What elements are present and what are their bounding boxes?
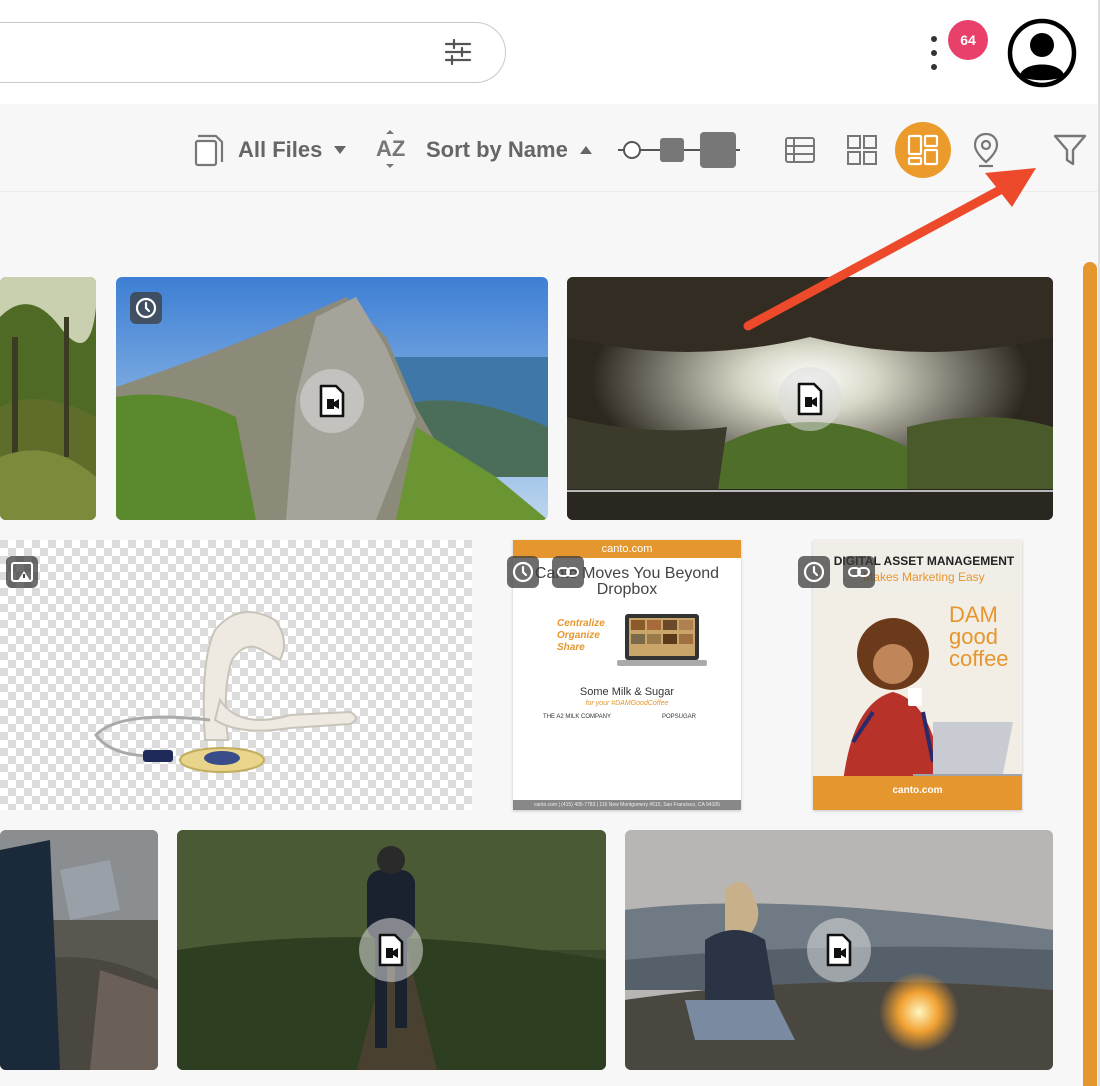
doc-footer: canto.com [813,776,1022,810]
grid-view-icon [847,135,877,165]
masonry-view-button[interactable] [895,122,951,178]
file-type-label: All Files [238,137,323,162]
doc-subtitle: Some Milk & Sugar [579,686,675,698]
masonry-view-icon [907,134,939,166]
document-thumbnail: canto.com Canto Moves You Beyond Dropbox… [513,540,741,810]
filter-icon [1053,134,1087,166]
search-input[interactable] [11,37,391,69]
doc-header: canto.com [513,540,741,558]
dam-good-coffee-logo: DAM good coffee [949,602,1009,671]
asset-campfire-video[interactable] [625,830,1053,1070]
doc-column-right: POPSUGAR [661,714,696,720]
asset-cave-360-video[interactable] [567,277,1053,520]
clock-icon [130,292,162,324]
search-bar[interactable] [0,22,506,83]
top-bar: 64 [0,0,1100,104]
video-file-icon [300,369,364,433]
doc-title: Canto Moves You Beyond Dropbox [534,565,720,598]
filter-button[interactable] [1044,124,1096,176]
link-icon [552,556,584,588]
asset-dam-good-coffee-doc[interactable]: DIGITAL ASSET MANAGEMENT Makes Marketing… [794,540,1034,810]
asset-forest-walk-video[interactable] [177,830,606,1070]
clock-icon [798,556,830,588]
size-slider-icon[interactable] [614,132,744,172]
video-file-icon [807,918,871,982]
warning-image-icon [6,556,38,588]
account-circle-icon[interactable] [1006,17,1078,89]
transparent-checker-thumbnail [0,540,472,810]
asset-toolbar: All Files AZ Sort by Name [0,104,1100,192]
chevron-down-icon [334,146,347,154]
doc-hashtag: for your #DAMGoodCoffee [585,700,669,707]
asset-hearing-device-png[interactable] [0,540,472,810]
asset-mountain-video[interactable] [116,277,548,520]
laptop-illustration [617,614,707,666]
list-view-button[interactable] [774,124,826,176]
forest-thumbnail [0,277,96,520]
list-view-icon [785,137,815,163]
clock-icon [507,556,539,588]
doc-column-left: THE A2 MILK COMPANY [543,714,611,720]
asset-canto-dropbox-doc[interactable]: canto.com Canto Moves You Beyond Dropbox… [500,540,754,810]
asset-forest-photo[interactable] [0,277,96,520]
sort-az-icon: AZ [376,130,405,168]
hiker-thumbnail [0,830,158,1070]
video-file-icon [778,367,842,431]
sort-label: Sort by Name [426,137,568,162]
files-icon [194,134,224,167]
asset-hiker-rock-photo[interactable] [0,830,158,1070]
file-type-dropdown[interactable]: All Files [192,130,347,170]
grid-view-button[interactable] [836,124,888,176]
kebab-menu-icon[interactable] [922,34,946,72]
sort-az-letters: AZ [376,136,405,161]
scrollbar-thumb[interactable] [1083,262,1097,1086]
doc-footer: canto.com | (415) 495-7783 | 116 New Mon… [513,800,741,810]
map-view-button[interactable] [960,124,1012,176]
notification-badge[interactable]: 64 [948,20,988,60]
tune-icon[interactable] [443,39,473,65]
chevron-up-icon [579,146,592,154]
video-file-icon [359,918,423,982]
link-icon [843,556,875,588]
location-pin-icon [973,132,999,168]
doc-list: Centralize Organize Share [557,618,605,653]
sort-dropdown[interactable]: AZ Sort by Name [374,130,592,170]
